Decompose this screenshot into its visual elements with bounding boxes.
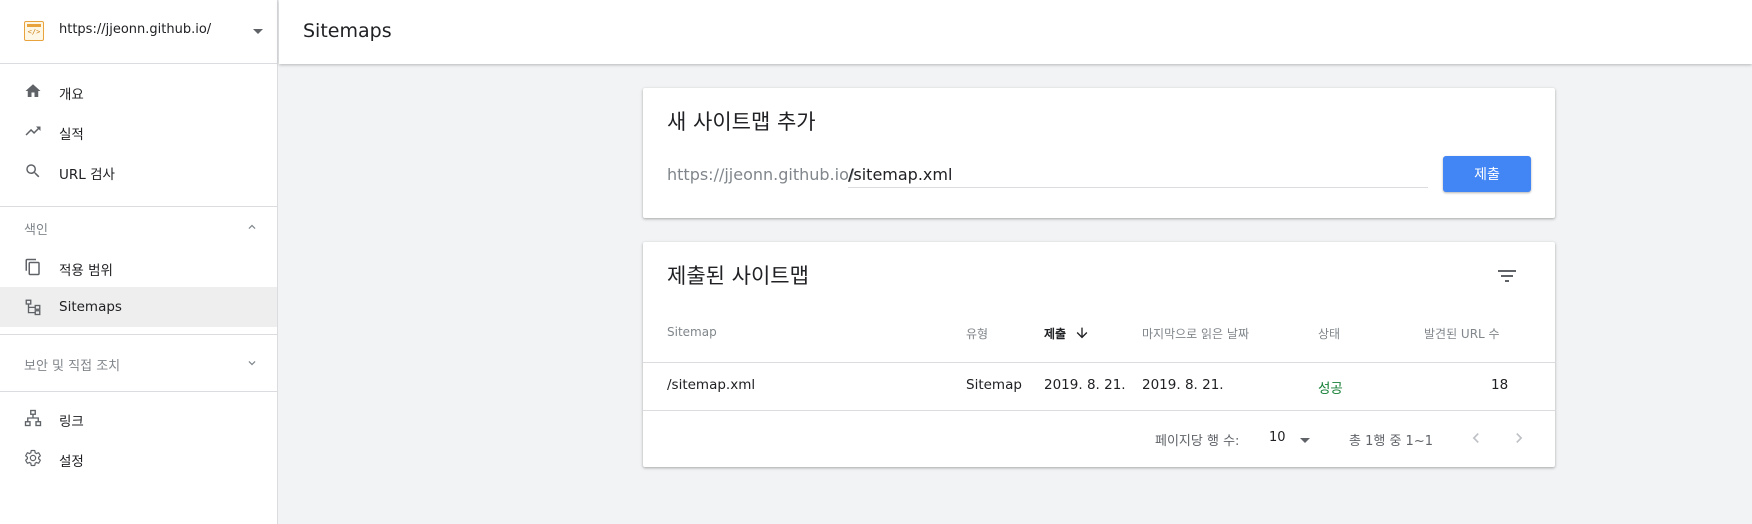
home-icon: [25, 84, 41, 97]
chevron-right-icon[interactable]: [1509, 428, 1529, 448]
sidebar-item-label: 설정: [59, 454, 84, 470]
cell-sitemap[interactable]: /sitemap.xml: [667, 377, 755, 393]
divider: [0, 391, 277, 392]
links-icon: [24, 409, 42, 427]
sidebar-item-label: URL 검사: [59, 167, 115, 183]
sidebar-item-settings[interactable]: 설정: [0, 438, 277, 478]
sidebar-item-label: 링크: [59, 414, 84, 430]
section-index[interactable]: 색인: [0, 207, 277, 247]
chevron-down-icon: [248, 361, 256, 366]
property-url: https://jjeonn.github.io/: [59, 22, 212, 37]
chevron-up-icon: [248, 224, 256, 229]
card-title: 새 사이트맵 추가: [667, 110, 816, 134]
sidebar-item-performance[interactable]: 실적: [0, 111, 277, 151]
column-header-discovered-urls[interactable]: 발견된 URL 수: [1424, 325, 1500, 342]
column-header-sitemap[interactable]: Sitemap: [667, 325, 717, 339]
cell-last-read: 2019. 8. 21.: [1142, 377, 1224, 393]
sidebar-item-sitemaps[interactable]: Sitemaps: [0, 287, 277, 327]
sidebar-item-overview[interactable]: 개요: [0, 71, 277, 111]
sitemap-url-input[interactable]: [848, 162, 1428, 188]
gear-icon: [25, 449, 41, 467]
cell-submitted: 2019. 8. 21.: [1044, 377, 1126, 393]
sidebar-item-label: Sitemaps: [59, 299, 122, 315]
sitemap-icon: [25, 299, 41, 316]
section-label: 보안 및 직접 조치: [24, 359, 121, 374]
divider: [0, 334, 277, 335]
page-title: Sitemaps: [303, 20, 392, 42]
column-header-last-read[interactable]: 마지막으로 읽은 날짜: [1142, 325, 1249, 342]
cell-status: 성공: [1318, 381, 1343, 397]
rows-per-page-select[interactable]: 10: [1269, 430, 1286, 445]
cell-type: Sitemap: [966, 377, 1022, 393]
cell-discovered-urls: 18: [1491, 377, 1509, 393]
column-header-type[interactable]: 유형: [966, 325, 988, 342]
card-title: 제출된 사이트맵: [667, 264, 809, 288]
search-icon: [26, 164, 40, 178]
filter-icon[interactable]: [1495, 264, 1519, 288]
sidebar-item-links[interactable]: 링크: [0, 398, 277, 438]
submitted-sitemaps-card: 제출된 사이트맵 Sitemap 유형 제출 마지막으로 읽은 날짜 상태 발견…: [643, 242, 1555, 467]
arrow-down-icon: [1076, 327, 1088, 339]
add-sitemap-card: 새 사이트맵 추가 https://jjeonn.github.io/ 제출: [643, 88, 1555, 218]
sidebar: </> https://jjeonn.github.io/ 개요 실적 URL …: [0, 0, 278, 524]
divider: [643, 410, 1555, 411]
chevron-down-icon: [253, 29, 263, 34]
sidebar-item-label: 실적: [59, 127, 84, 143]
section-label: 색인: [24, 223, 48, 238]
property-selector[interactable]: </> https://jjeonn.github.io/: [0, 0, 277, 64]
column-header-submitted[interactable]: 제출: [1044, 325, 1066, 342]
sidebar-item-coverage[interactable]: 적용 범위: [0, 247, 277, 287]
pagination-range: 총 1행 중 1~1: [1349, 434, 1433, 449]
chevron-left-icon[interactable]: [1466, 428, 1486, 448]
code-file-icon: </>: [24, 21, 44, 41]
copy-icon: [25, 258, 40, 276]
divider: [643, 362, 1555, 363]
sitemap-url-prefix: https://jjeonn.github.io/: [667, 165, 855, 184]
column-header-status[interactable]: 상태: [1318, 325, 1340, 342]
sidebar-item-label: 개요: [59, 87, 84, 103]
submit-button[interactable]: 제출: [1443, 156, 1531, 192]
trending-up-icon: [25, 126, 41, 136]
sidebar-item-label: 적용 범위: [59, 263, 113, 279]
section-security[interactable]: 보안 및 직접 조치: [0, 343, 277, 383]
page-header: Sitemaps: [279, 0, 1752, 64]
sidebar-item-url-inspection[interactable]: URL 검사: [0, 151, 277, 191]
rows-per-page-label: 페이지당 행 수:: [1155, 434, 1240, 449]
chevron-down-icon[interactable]: [1300, 438, 1310, 443]
